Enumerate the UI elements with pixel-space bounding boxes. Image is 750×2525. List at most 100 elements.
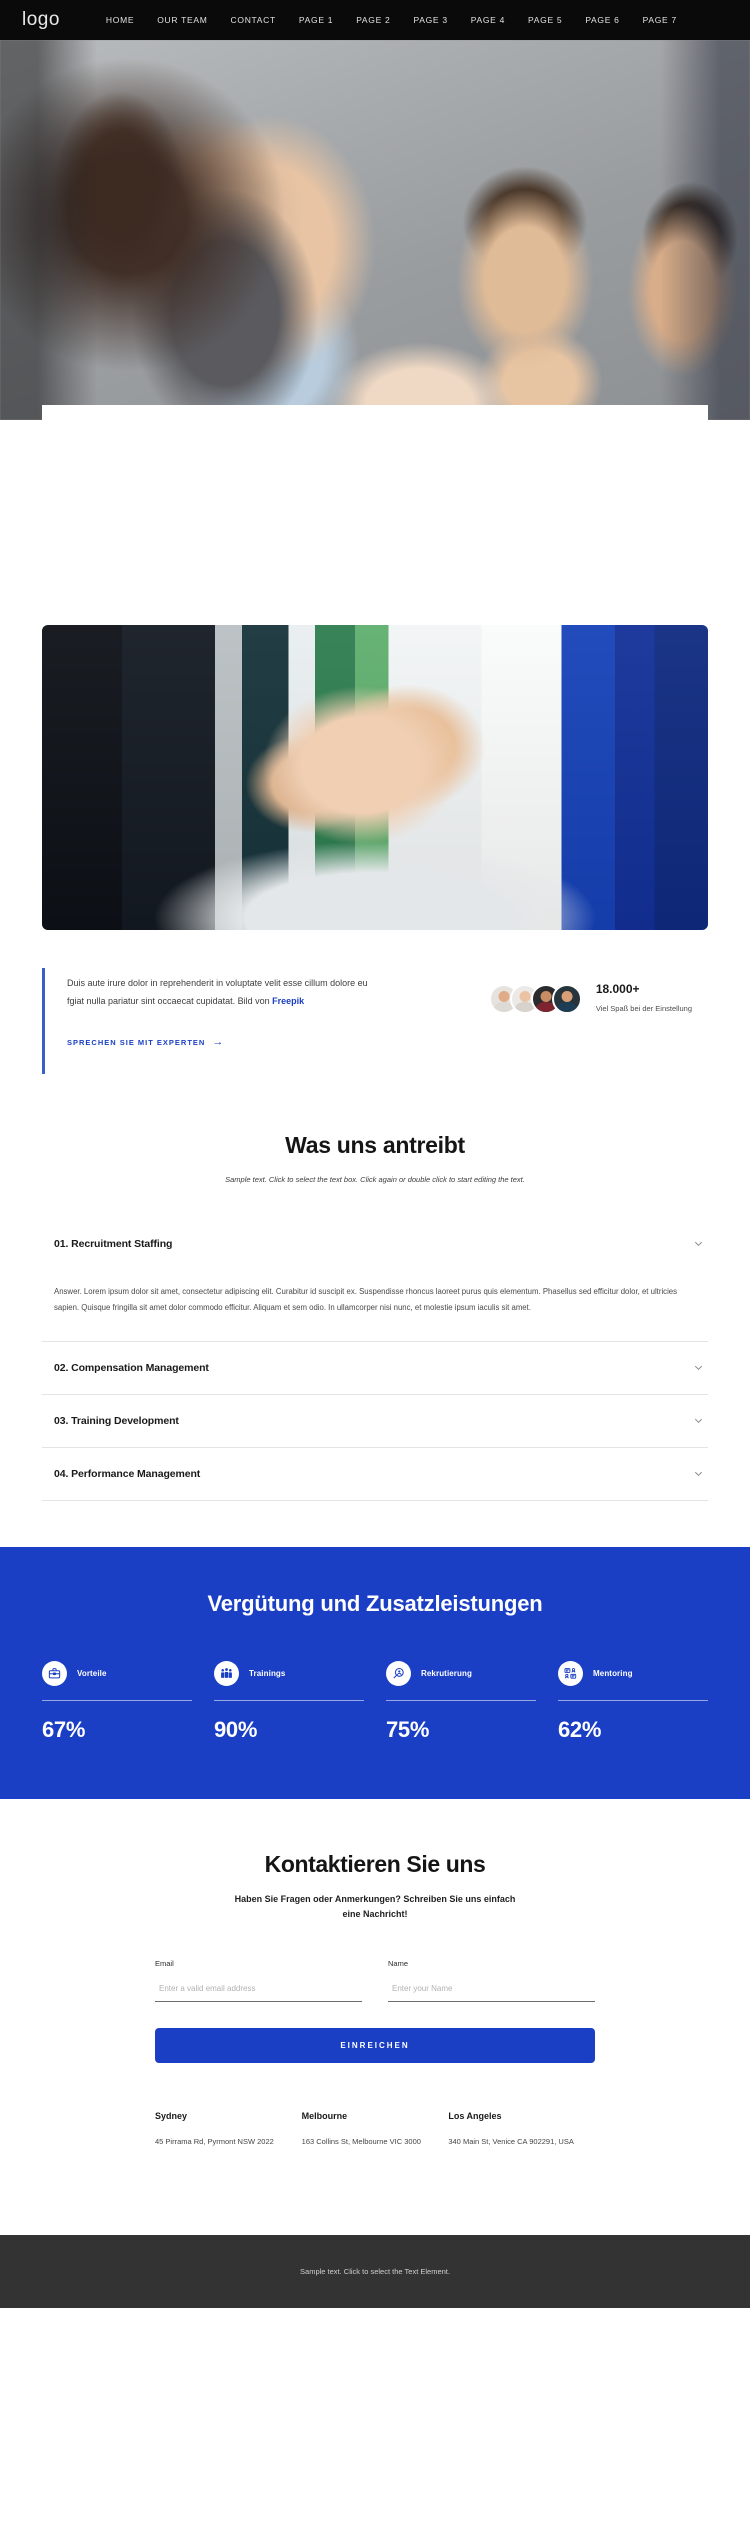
office-address: 45 Pirrama Rd, Pyrmont NSW 2022 bbox=[155, 2137, 274, 2147]
benefit-value-vorteile: 67% bbox=[42, 1716, 86, 1742]
benefit-label-rekrutierung: Rekrutierung bbox=[421, 1668, 472, 1678]
accordion-label-4: 04. Performance Management bbox=[54, 1467, 201, 1480]
quote-text-body: Duis aute irure dolor in reprehenderit i… bbox=[67, 978, 368, 1007]
accordion-label-1: 01. Recruitment Staffing bbox=[54, 1237, 173, 1250]
office-city: Melbourne bbox=[301, 2111, 348, 2122]
chevron-down-icon[interactable] bbox=[693, 1415, 704, 1426]
accordion-header-3[interactable]: 03. Training Development bbox=[42, 1395, 708, 1447]
benefit-value-mentoring: 62% bbox=[558, 1716, 602, 1742]
hiring-stat-caption: Viel Spaß bei der Einstellung bbox=[595, 1004, 692, 1013]
hiring-stat-block: 18.000+ Viel Spaß bei der Einstellung bbox=[488, 968, 708, 1016]
briefcase-icon bbox=[42, 1660, 67, 1686]
benefit-stat-head: Rekrutierung bbox=[386, 1660, 536, 1686]
name-field-group: Name bbox=[388, 1959, 595, 2003]
avatar-group bbox=[488, 983, 582, 1014]
hiring-stat-text: 18.000+ Viel Spaß bei der Einstellung bbox=[596, 982, 692, 1016]
accordion-section-title: Was uns antreibt bbox=[285, 1131, 465, 1158]
benefit-divider bbox=[214, 1699, 364, 1701]
handshake-photo bbox=[42, 625, 708, 930]
avatar bbox=[551, 983, 582, 1014]
benefit-value-trainings: 90% bbox=[214, 1716, 258, 1742]
nav-link-page-4[interactable]: PAGE 4 bbox=[471, 15, 505, 25]
contact-section: Kontaktieren Sie uns Haben Sie Fragen od… bbox=[0, 1799, 750, 2190]
benefit-divider bbox=[386, 1699, 536, 1701]
offices-list: Sydney 45 Pirrama Rd, Pyrmont NSW 2022 M… bbox=[155, 2111, 595, 2149]
hiring-stat-number: 18.000+ bbox=[595, 982, 640, 996]
chevron-down-icon[interactable] bbox=[693, 1468, 704, 1479]
benefit-divider bbox=[558, 1699, 708, 1701]
accordion-body-1: Answer. Lorem ipsum dolor sit amet, cons… bbox=[54, 1286, 678, 1313]
arrow-right-icon: → bbox=[212, 1035, 225, 1048]
accordion-section: Was uns antreibt Sample text. Click to s… bbox=[0, 1074, 750, 1547]
talk-to-experts-label: SPRECHEN SIE MIT EXPERTEN bbox=[67, 1037, 206, 1047]
nav-links: HOME OUR TEAM CONTACT PAGE 1 PAGE 2 PAGE… bbox=[106, 15, 677, 25]
top-navbar: logo HOME OUR TEAM CONTACT PAGE 1 PAGE 2… bbox=[0, 0, 750, 40]
nav-link-page-2[interactable]: PAGE 2 bbox=[356, 15, 390, 25]
benefit-stat-head: Trainings bbox=[214, 1660, 364, 1686]
contact-form-row: Email Name bbox=[155, 1959, 595, 2003]
quote-block: Duis aute irure dolor in reprehenderit i… bbox=[42, 968, 372, 1074]
contact-subtitle: Haben Sie Fragen oder Anmerkungen? Schre… bbox=[234, 1893, 516, 1920]
accordion-label-2: 02. Compensation Management bbox=[54, 1361, 209, 1374]
benefits-stats-grid: Vorteile 67% Trainings 90% Rekrutierung bbox=[42, 1660, 708, 1743]
hero-section: Bessere Teams aufbauen Lorem ipsum dolor… bbox=[0, 40, 750, 420]
office-city: Sydney bbox=[155, 2111, 188, 2122]
nav-link-home[interactable]: HOME bbox=[106, 15, 134, 25]
chevron-down-icon[interactable] bbox=[693, 1238, 704, 1249]
benefit-stat-trainings: Trainings 90% bbox=[214, 1660, 364, 1743]
office-los-angeles: Los Angeles 340 Main St, Venice CA 90229… bbox=[448, 2111, 595, 2149]
talk-to-experts-link[interactable]: SPRECHEN SIE MIT EXPERTEN → bbox=[67, 1035, 225, 1048]
office-address: 163 Collins St, Melbourne VIC 3000 bbox=[301, 2137, 421, 2147]
nav-link-contact[interactable]: CONTACT bbox=[231, 15, 276, 25]
office-sydney: Sydney 45 Pirrama Rd, Pyrmont NSW 2022 bbox=[155, 2111, 302, 2149]
person-search-icon bbox=[386, 1660, 411, 1686]
accordion-header-4[interactable]: 04. Performance Management bbox=[42, 1448, 708, 1500]
email-label: Email bbox=[155, 1959, 174, 1969]
site-logo[interactable]: logo bbox=[22, 9, 60, 31]
quote-row: Duis aute irure dolor in reprehenderit i… bbox=[0, 930, 750, 1074]
freepik-link[interactable]: Freepik bbox=[272, 996, 304, 1006]
email-field-group: Email bbox=[155, 1959, 362, 2003]
benefit-stat-vorteile: Vorteile 67% bbox=[42, 1660, 192, 1743]
benefit-stat-head: Mentoring bbox=[558, 1660, 708, 1686]
chevron-down-icon[interactable] bbox=[693, 1362, 704, 1373]
people-group-icon bbox=[214, 1660, 239, 1686]
quote-text: Duis aute irure dolor in reprehenderit i… bbox=[67, 974, 372, 1011]
accordion-header-1[interactable]: 01. Recruitment Staffing bbox=[42, 1218, 708, 1270]
footer-text: Sample text. Click to select the Text El… bbox=[300, 2267, 450, 2277]
submit-button[interactable]: EINREICHEN bbox=[155, 2028, 595, 2064]
nav-link-page-6[interactable]: PAGE 6 bbox=[585, 15, 619, 25]
benefit-stat-head: Vorteile bbox=[42, 1660, 192, 1686]
name-label: Name bbox=[388, 1959, 409, 1969]
office-address: 340 Main St, Venice CA 902291, USA bbox=[448, 2137, 574, 2147]
site-footer: Sample text. Click to select the Text El… bbox=[0, 2235, 750, 2309]
handshake-image-wrapper bbox=[0, 625, 750, 930]
benefits-title: Vergütung und Zusatzleistungen bbox=[207, 1590, 543, 1616]
mentoring-cards-icon bbox=[558, 1660, 583, 1686]
benefit-label-trainings: Trainings bbox=[249, 1668, 286, 1678]
nav-link-page-7[interactable]: PAGE 7 bbox=[643, 15, 677, 25]
nav-link-page-5[interactable]: PAGE 5 bbox=[528, 15, 562, 25]
benefit-stat-rekrutierung: Rekrutierung 75% bbox=[386, 1660, 536, 1743]
hero-spacer bbox=[0, 420, 750, 625]
email-field[interactable] bbox=[155, 1981, 362, 2003]
office-melbourne: Melbourne 163 Collins St, Melbourne VIC … bbox=[302, 2111, 449, 2149]
benefits-section: Vergütung und Zusatzleistungen Vorteile … bbox=[0, 1546, 750, 1799]
hero-content-card: Bessere Teams aufbauen Lorem ipsum dolor… bbox=[42, 405, 708, 420]
benefit-label-vorteile: Vorteile bbox=[77, 1668, 107, 1678]
contact-title: Kontaktieren Sie uns bbox=[264, 1850, 486, 1877]
office-city: Los Angeles bbox=[448, 2111, 502, 2122]
nav-link-page-3[interactable]: PAGE 3 bbox=[413, 15, 447, 25]
accordion-item-3: 03. Training Development bbox=[42, 1395, 708, 1448]
accordion-item-1: 01. Recruitment Staffing Answer. Lorem i… bbox=[42, 1218, 708, 1342]
benefit-label-mentoring: Mentoring bbox=[593, 1668, 633, 1678]
nav-link-our-team[interactable]: OUR TEAM bbox=[157, 15, 207, 25]
nav-link-page-1[interactable]: PAGE 1 bbox=[299, 15, 333, 25]
benefit-value-rekrutierung: 75% bbox=[386, 1716, 430, 1742]
name-field[interactable] bbox=[388, 1981, 595, 2003]
accordion-section-subtitle: Sample text. Click to select the text bo… bbox=[225, 1174, 525, 1184]
hero-background-photo bbox=[0, 40, 750, 420]
accordion-item-2: 02. Compensation Management bbox=[42, 1342, 708, 1395]
accordion-header-2[interactable]: 02. Compensation Management bbox=[42, 1342, 708, 1394]
accordion-item-4: 04. Performance Management bbox=[42, 1448, 708, 1501]
